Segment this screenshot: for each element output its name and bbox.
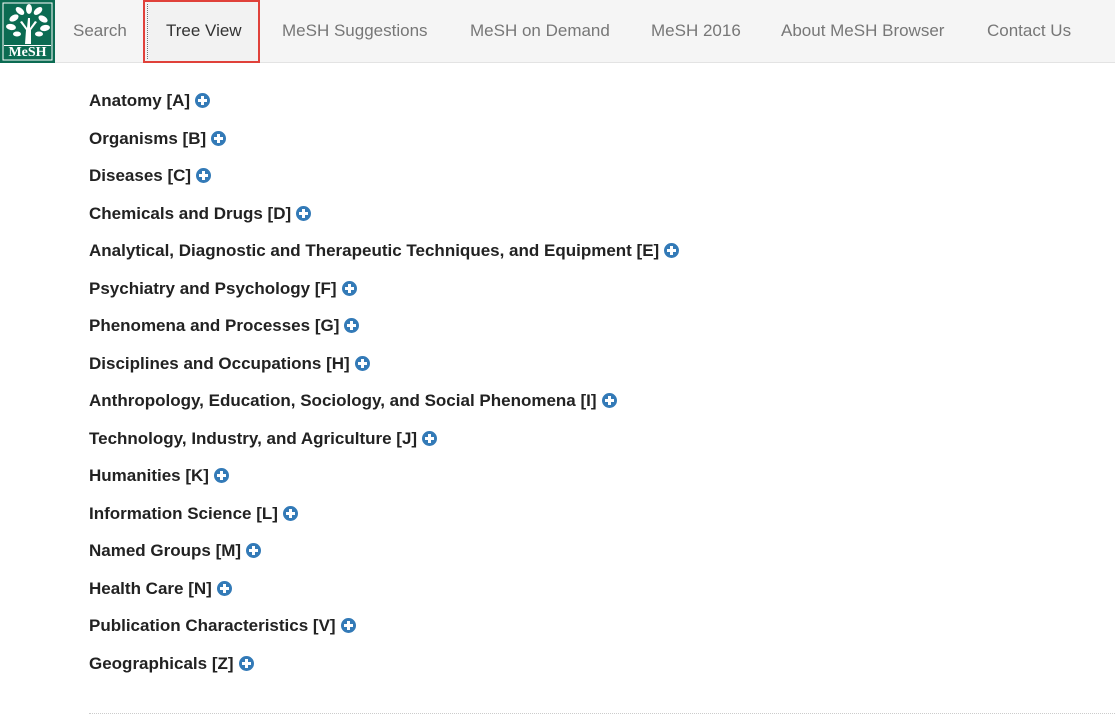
- tree-item-diseases: Diseases [C]: [89, 163, 679, 201]
- plus-circle-icon[interactable]: [213, 468, 229, 483]
- tree-item-psychiatry-psychology: Psychiatry and Psychology [F]: [89, 276, 679, 314]
- tree-item-phenomena-processes: Phenomena and Processes [G]: [89, 313, 679, 351]
- plus-circle-icon[interactable]: [340, 618, 356, 633]
- nav-about-mesh-browser[interactable]: About MeSH Browser: [781, 0, 944, 63]
- plus-circle-icon[interactable]: [211, 130, 227, 146]
- tree-item-label[interactable]: Geographicals [Z]: [89, 654, 234, 674]
- plus-circle-icon[interactable]: [664, 243, 680, 258]
- tree-item-health-care: Health Care [N]: [89, 576, 679, 614]
- tree-item-label[interactable]: Chemicals and Drugs [D]: [89, 204, 291, 224]
- tree-item-label[interactable]: Anthropology, Education, Sociology, and …: [89, 391, 597, 411]
- tree-item-anthropology: Anthropology, Education, Sociology, and …: [89, 388, 679, 426]
- footer-divider: [89, 713, 1115, 714]
- nav-mesh-on-demand[interactable]: MeSH on Demand: [470, 0, 610, 63]
- tree-item-label[interactable]: Disciplines and Occupations [H]: [89, 354, 350, 374]
- tree-item-named-groups: Named Groups [M]: [89, 538, 679, 576]
- tree-item-geographicals: Geographicals [Z]: [89, 651, 679, 689]
- tree-item-label[interactable]: Named Groups [M]: [89, 541, 241, 561]
- tree-item-technology-industry: Technology, Industry, and Agriculture [J…: [89, 426, 679, 464]
- nav-tree-view[interactable]: Tree View: [143, 0, 260, 63]
- nav-mesh-2016[interactable]: MeSH 2016: [651, 0, 741, 63]
- tree-item-label[interactable]: Analytical, Diagnostic and Therapeutic T…: [89, 241, 659, 261]
- logo-text: MeSH: [8, 45, 47, 60]
- tree-item-label[interactable]: Anatomy [A]: [89, 91, 190, 111]
- nav-search[interactable]: Search: [73, 0, 127, 63]
- nav-mesh-suggestions[interactable]: MeSH Suggestions: [282, 0, 428, 63]
- mesh-tree-list: Anatomy [A] Organisms [B] Diseases [C] C…: [89, 88, 680, 689]
- plus-circle-icon[interactable]: [246, 543, 262, 558]
- plus-circle-icon[interactable]: [296, 205, 312, 221]
- tree-item-chemicals-and-drugs: Chemicals and Drugs [D]: [89, 201, 679, 239]
- plus-circle-icon[interactable]: [341, 280, 357, 296]
- tree-item-label[interactable]: Information Science [L]: [89, 504, 278, 524]
- plus-circle-icon[interactable]: [196, 168, 212, 183]
- tree-item-label[interactable]: Phenomena and Processes [G]: [89, 316, 339, 336]
- plus-circle-icon[interactable]: [282, 505, 298, 521]
- tree-item-label[interactable]: Diseases [C]: [89, 166, 191, 186]
- mesh-logo[interactable]: MeSH: [0, 0, 55, 63]
- tree-item-organisms: Organisms [B]: [89, 126, 679, 164]
- plus-circle-icon[interactable]: [344, 318, 360, 333]
- tree-item-anatomy: Anatomy [A]: [89, 88, 679, 126]
- nav-contact-us[interactable]: Contact Us: [987, 0, 1071, 63]
- plus-circle-icon[interactable]: [216, 580, 232, 596]
- plus-circle-icon[interactable]: [238, 655, 254, 671]
- tree-item-analytical-techniques: Analytical, Diagnostic and Therapeutic T…: [89, 238, 680, 276]
- plus-circle-icon[interactable]: [601, 393, 617, 408]
- tree-item-publication-characteristics: Publication Characteristics [V]: [89, 613, 679, 651]
- plus-circle-icon[interactable]: [354, 355, 370, 371]
- plus-circle-icon[interactable]: [195, 93, 211, 108]
- top-navbar: MeSH Search Tree View MeSH Suggestions M…: [0, 0, 1115, 63]
- tree-item-label[interactable]: Humanities [K]: [89, 466, 209, 486]
- tree-item-label[interactable]: Health Care [N]: [89, 579, 212, 599]
- tree-item-disciplines-occupations: Disciplines and Occupations [H]: [89, 351, 679, 389]
- tree-item-label[interactable]: Publication Characteristics [V]: [89, 616, 336, 636]
- tree-item-humanities: Humanities [K]: [89, 463, 679, 501]
- tree-item-information-science: Information Science [L]: [89, 501, 679, 539]
- tree-item-label[interactable]: Technology, Industry, and Agriculture [J…: [89, 429, 417, 449]
- tree-item-label[interactable]: Psychiatry and Psychology [F]: [89, 279, 337, 299]
- tree-item-label[interactable]: Organisms [B]: [89, 129, 206, 149]
- plus-circle-icon[interactable]: [422, 430, 438, 446]
